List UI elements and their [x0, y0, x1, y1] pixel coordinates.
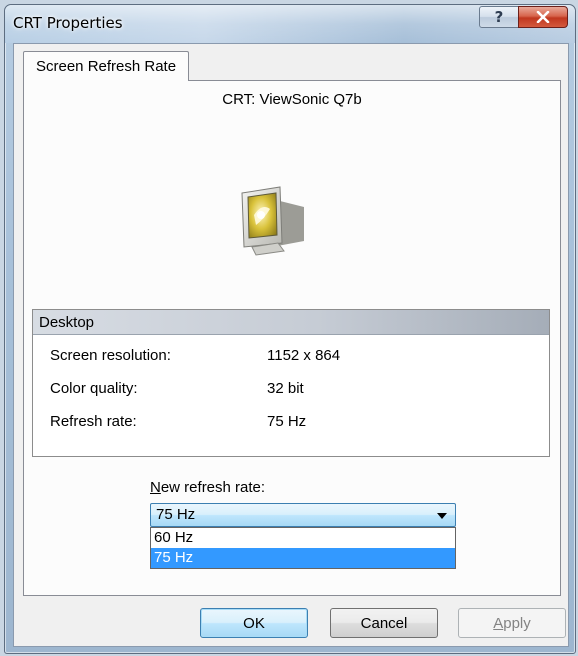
monitor-name: CRT: ViewSonic Q7b [222, 91, 362, 108]
help-button[interactable]: ? [479, 6, 519, 28]
refresh-rate-dropdown-list: 60 Hz 75 Hz [150, 527, 456, 569]
dropdown-option-75hz[interactable]: 75 Hz [151, 548, 455, 568]
tab-screen-refresh-rate[interactable]: Screen Refresh Rate [23, 51, 190, 81]
close-button[interactable] [518, 6, 568, 28]
refresh-rate-label: Refresh rate: [50, 413, 137, 430]
ok-button[interactable]: OK [200, 608, 308, 638]
new-refresh-rate-label: New refresh rate: [150, 479, 265, 496]
cancel-button[interactable]: Cancel [330, 608, 438, 638]
refresh-rate-value: 75 Hz [267, 413, 307, 430]
new-refresh-rate-mnemonic: N [150, 479, 161, 496]
title-bar[interactable]: CRT Properties ? [5, 5, 575, 43]
tab-page: CRT: ViewSonic Q7b Desktop Screen resolu… [23, 80, 561, 596]
desktop-group-header: Desktop [33, 310, 549, 335]
apply-button[interactable]: Apply [458, 608, 566, 638]
combobox-selected-value: 75 Hz [156, 506, 196, 523]
apply-label-text: pply [503, 614, 531, 632]
new-refresh-rate-label-text: ew refresh rate: [160, 479, 266, 496]
tab-label: Screen Refresh Rate [36, 58, 177, 75]
screen-resolution-label: Screen resolution: [50, 347, 171, 364]
window-title: CRT Properties [13, 14, 123, 32]
screen-resolution-value: 1152 x 864 [267, 347, 341, 364]
help-icon: ? [494, 8, 504, 26]
apply-mnemonic: A [493, 614, 504, 632]
color-quality-value: 32 bit [267, 380, 304, 397]
refresh-rate-combobox[interactable]: 75 Hz [150, 503, 456, 527]
color-quality-label: Color quality: [50, 380, 138, 397]
chevron-down-icon[interactable] [437, 513, 447, 519]
dropdown-option-60hz[interactable]: 60 Hz [151, 528, 455, 548]
desktop-group: Desktop Screen resolution: 1152 x 864 Co… [32, 309, 550, 457]
close-icon [536, 11, 550, 23]
dialog-window: CRT Properties ? Screen Refresh Rate CRT… [4, 4, 576, 654]
crt-monitor-icon [241, 186, 304, 256]
dialog-client-area: Screen Refresh Rate CRT: ViewSonic Q7b D… [13, 43, 569, 647]
